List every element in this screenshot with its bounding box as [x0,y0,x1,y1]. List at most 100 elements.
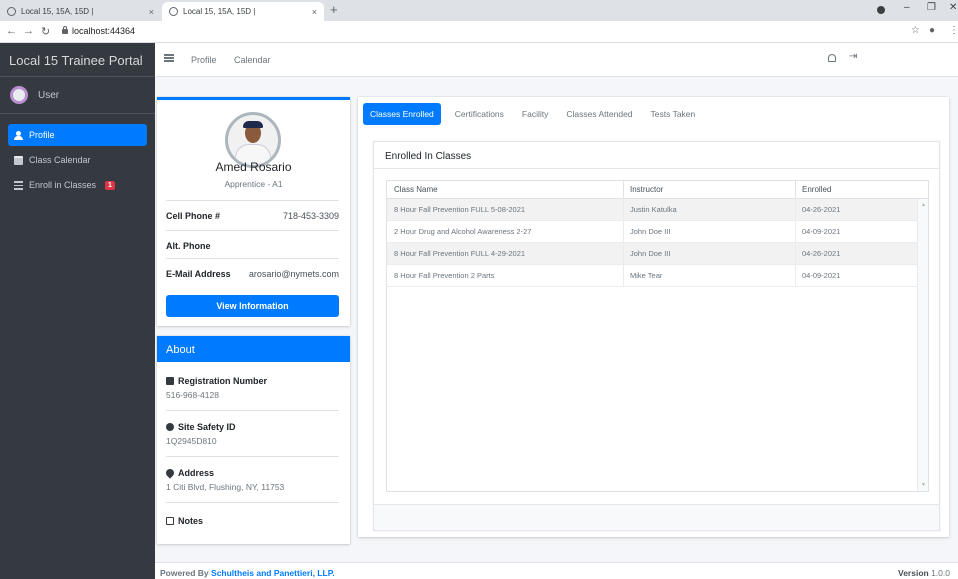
account-icon[interactable]: ● [929,25,935,36]
globe-icon [7,7,16,16]
classes-card: Classes Enrolled Certifications Facility… [358,97,949,537]
site-safety-id: Site Safety ID 1Q2945D810 [166,422,339,457]
tab-classes-attended[interactable]: Classes Attended [566,109,632,119]
calendar-icon [14,155,23,165]
close-tab-icon[interactable]: × [149,7,154,17]
table-row[interactable]: 8 Hour Fall Prevention FULL 5-08-2021 Ju… [387,199,928,221]
notification-badge: 1 [105,180,115,190]
sidebar-menu: Profile Class Calendar Enroll in Classes… [0,114,155,209]
table-row[interactable]: 8 Hour Fall Prevention FULL 4-29-2021 Jo… [387,243,928,265]
sidebar-item-label: Profile [29,130,55,140]
window-close-icon[interactable]: ✕ [949,2,957,13]
cell-enrolled: 04-26-2021 [795,199,918,220]
forward-icon[interactable]: → [23,25,34,37]
address-bar: ← → ↻ localhost:44364 ☆ ● ⋮ [0,21,958,43]
version-label: Version [898,568,929,578]
field-label: Alt. Phone [166,240,211,251]
cell-instructor: Mike Tear [623,265,795,286]
grid-scrollbar[interactable]: ▲ ▼ [917,199,928,491]
notes: Notes [166,516,339,526]
column-header-enrolled[interactable]: Enrolled [795,181,918,198]
company-link[interactable]: Schultheis and Panettieri, LLP. [211,568,335,578]
brand-title[interactable]: Local 15 Trainee Portal [0,43,155,77]
table-row[interactable]: 8 Hour Fall Prevention 2 Parts Mike Tear… [387,265,928,287]
table-row[interactable]: 2 Hour Drug and Alcohol Awareness 2-27 J… [387,221,928,243]
scroll-up-icon[interactable]: ▲ [921,202,926,208]
version-number: 1.0.0 [931,568,950,578]
list-icon [14,180,23,190]
nav-link-calendar[interactable]: Calendar [234,55,271,65]
cell-enrolled: 04-09-2021 [795,265,918,286]
tab-facility[interactable]: Facility [522,109,548,119]
lock-icon [62,26,68,34]
field-label: Cell Phone # [166,210,221,221]
user-avatar [10,86,28,104]
grid-header: Class Name Instructor Enrolled [387,181,928,199]
person-icon [14,130,23,140]
restore-icon[interactable]: ❐ [927,2,936,13]
reload-icon[interactable]: ↻ [41,25,50,38]
scroll-down-icon[interactable]: ▼ [921,482,926,488]
browser-tab-strip: Local 15, 15A, 15D | × Local 15, 15A, 15… [0,0,958,21]
bookmark-star-icon[interactable]: ☆ [911,25,920,36]
panel-footer [374,504,939,530]
field-value: arosario@nymets.com [248,268,339,279]
about-value: 1 Citi Blvd, Flushing, NY, 11753 [166,482,285,492]
view-information-button[interactable]: View Information [166,295,339,317]
sidebar-item-label: Class Calendar [29,155,91,165]
column-header-instructor[interactable]: Instructor [623,181,795,198]
cell-enrolled: 04-26-2021 [795,243,918,264]
cell-instructor: John Doe III [623,243,795,264]
panel-title: Enrolled In Classes [374,142,939,169]
browser-tab-title: Local 15, 15A, 15D | [183,7,256,16]
tab-bar: Classes Enrolled Certifications Facility… [363,102,713,126]
column-header-class-name[interactable]: Class Name [387,185,623,194]
tab-tests-taken[interactable]: Tests Taken [651,109,696,119]
browser-menu-icon[interactable]: ⋮ [949,25,958,36]
url-field[interactable]: localhost:44364 [72,26,135,36]
cell-instructor: John Doe III [623,221,795,242]
profile-name: Amed Rosario [215,160,292,174]
cell-instructor: Justin Katulka [623,199,795,220]
sidebar: Local 15 Trainee Portal User Profile Cla… [0,43,155,579]
top-navbar: Profile Calendar ⇥ [155,43,958,77]
cell-class-name: 8 Hour Fall Prevention FULL 5-08-2021 [394,205,526,214]
browser-tab[interactable]: Local 15, 15A, 15D | × [0,2,161,21]
user-name[interactable]: User [38,90,59,101]
sidebar-item-enroll[interactable]: Enroll in Classes 1 [8,174,147,196]
cell-class-name: 8 Hour Fall Prevention 2 Parts [394,271,495,280]
sidebar-item-label: Enroll in Classes [29,180,97,190]
field-value: 718-453-3309 [282,210,339,221]
tab-certifications[interactable]: Certifications [455,109,504,119]
bell-icon[interactable] [828,54,836,62]
about-label: Registration Number [178,376,268,386]
minimize-icon[interactable]: – [904,2,910,13]
registration-number: Registration Number 516-968-4128 [166,376,339,411]
alt-phone-row: Alt. Phone [166,230,339,260]
back-icon[interactable]: ← [6,25,17,37]
profile-role: Apprentice - A1 [224,179,283,189]
nav-link-profile[interactable]: Profile [191,55,217,65]
about-value: 516-968-4128 [166,390,219,400]
tab-classes-enrolled[interactable]: Classes Enrolled [363,103,441,125]
new-tab-button[interactable]: + [330,2,338,17]
globe-icon [169,7,178,16]
about-label: Address [178,468,215,478]
about-value: 1Q2945D810 [166,436,217,446]
powered-by: Powered By Schultheis and Panettieri, LL… [160,568,335,578]
browser-tab-active[interactable]: Local 15, 15A, 15D | × [162,2,324,21]
browser-tab-title: Local 15, 15A, 15D | [21,7,94,16]
book-icon [166,377,174,385]
grid-body: 8 Hour Fall Prevention FULL 5-08-2021 Ju… [387,199,928,287]
logout-icon[interactable]: ⇥ [849,51,857,62]
about-label: Notes [178,516,204,526]
sidebar-item-class-calendar[interactable]: Class Calendar [8,149,147,171]
close-tab-icon[interactable]: × [312,7,317,17]
cell-class-name: 8 Hour Fall Prevention FULL 4-29-2021 [394,249,526,258]
note-icon [166,517,174,525]
profile-card: Amed Rosario Apprentice - A1 Cell Phone … [157,97,350,326]
field-label: E-Mail Address [166,268,231,279]
enrolled-classes-grid: Class Name Instructor Enrolled 8 Hour Fa… [386,180,929,492]
hamburger-menu-icon[interactable] [164,54,174,62]
sidebar-item-profile[interactable]: Profile [8,124,147,146]
